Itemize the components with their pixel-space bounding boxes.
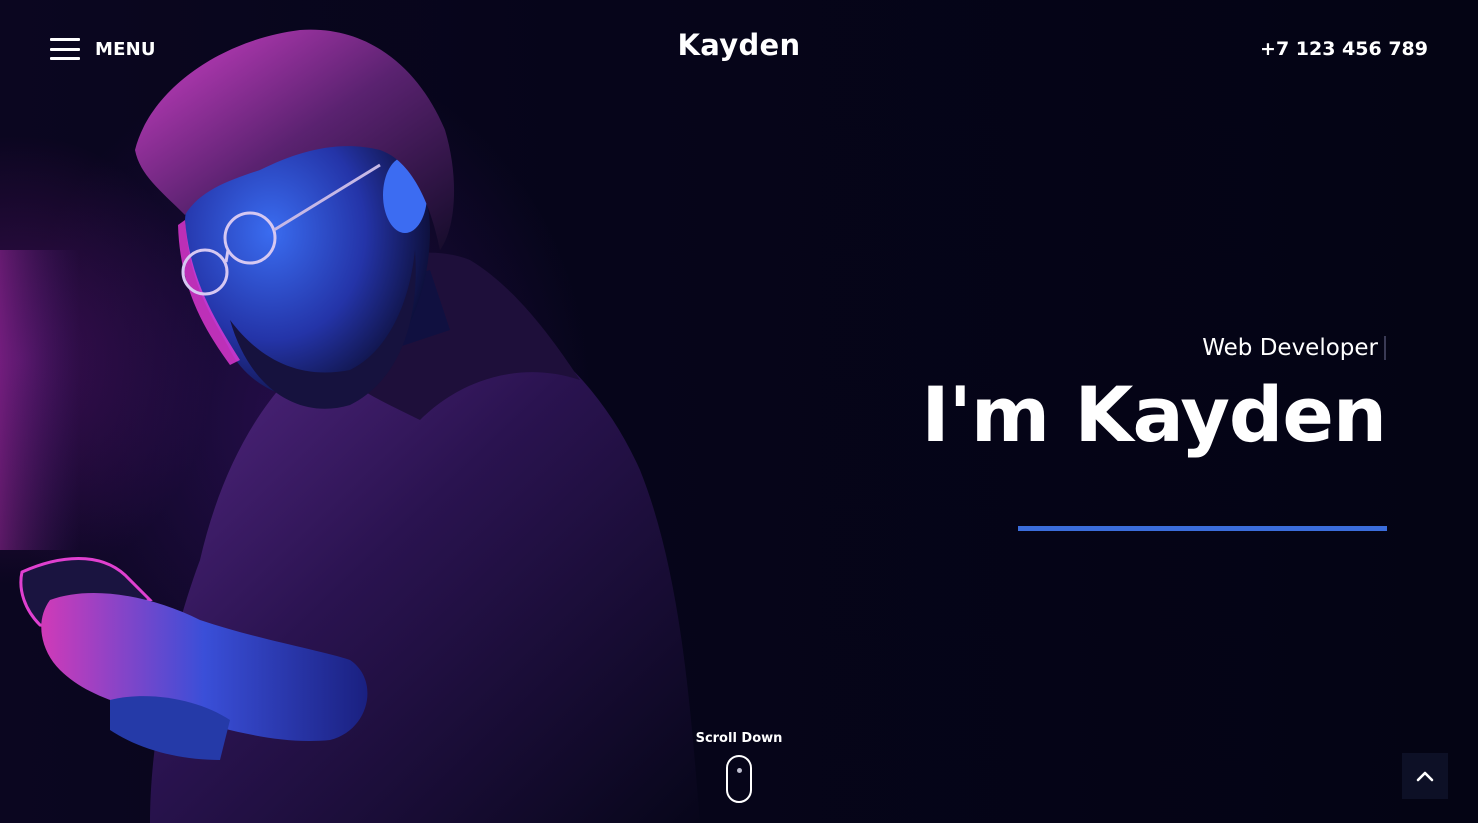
hero-title: I'm Kayden xyxy=(921,370,1387,459)
scroll-down-label: Scroll Down xyxy=(695,731,783,746)
hero-portrait-image xyxy=(0,29,700,823)
phone-link[interactable]: +7 123 456 789 xyxy=(1260,38,1428,60)
hero-role: Web Developer xyxy=(1202,335,1386,361)
menu-label: MENU xyxy=(95,38,156,60)
site-logo[interactable]: Kayden xyxy=(678,28,801,62)
hero-section: MENU Kayden +7 123 456 789 Web Developer… xyxy=(0,0,1478,823)
hamburger-icon[interactable] xyxy=(50,38,80,60)
hero-text-block: Web Developer I'm Kayden xyxy=(921,335,1387,459)
hero-role-text: Web Developer xyxy=(1202,335,1378,361)
mouse-scroll-icon[interactable] xyxy=(726,755,752,803)
chevron-up-icon xyxy=(1416,771,1434,782)
scroll-down: Scroll Down xyxy=(0,731,1478,808)
hero-accent-bar xyxy=(1018,526,1387,531)
typing-cursor xyxy=(1384,336,1386,360)
mouse-wheel-dot xyxy=(736,768,742,773)
back-to-top-button[interactable] xyxy=(1402,753,1448,799)
menu-button[interactable]: MENU xyxy=(50,38,156,60)
